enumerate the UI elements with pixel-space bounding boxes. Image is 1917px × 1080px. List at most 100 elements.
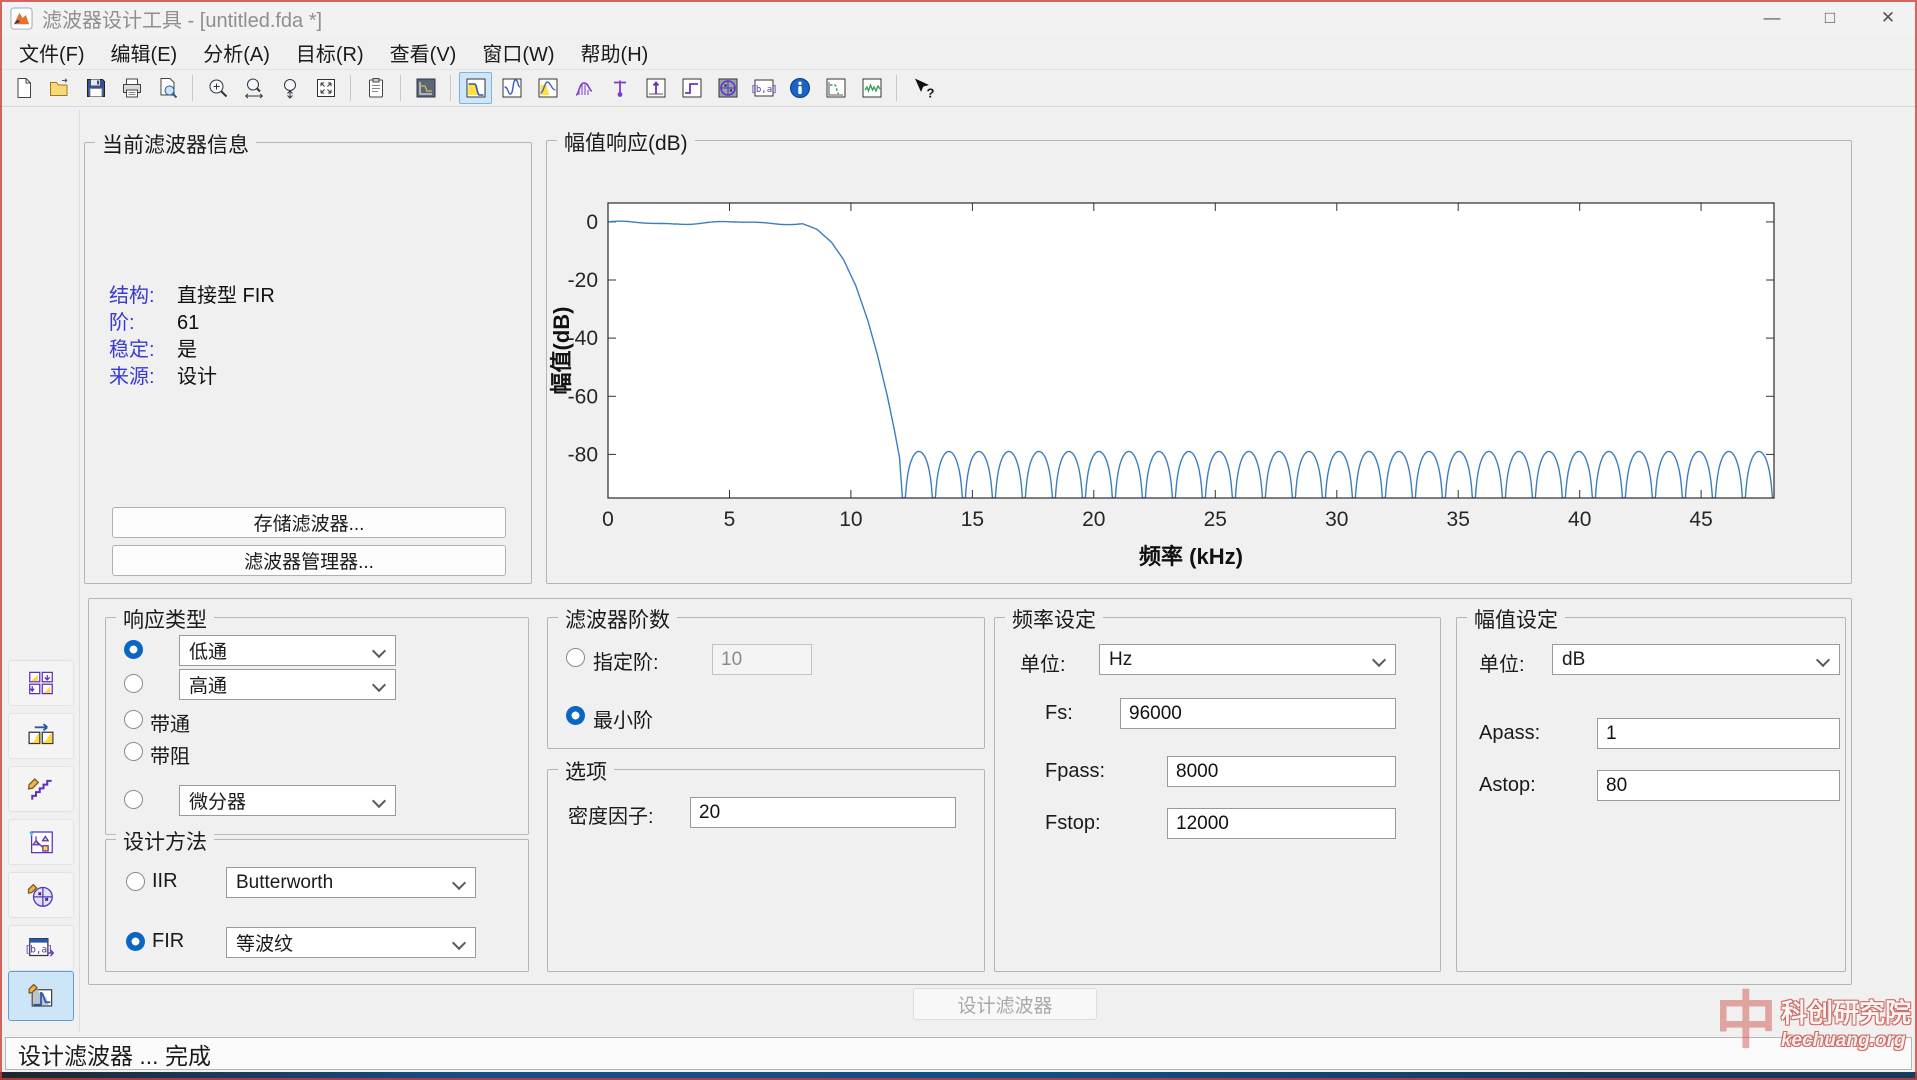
phase-response-icon[interactable] [495, 72, 528, 104]
fpass-input[interactable] [1167, 756, 1396, 787]
step-response-icon[interactable] [675, 72, 708, 104]
mag-unit-combobox[interactable]: dB [1552, 644, 1840, 675]
open-file-icon[interactable] [43, 72, 76, 104]
magnitude-phase-response-icon [536, 76, 560, 100]
impulse-response-icon[interactable] [639, 72, 672, 104]
svg-text:45: 45 [1689, 508, 1712, 531]
fir-radio[interactable] [126, 932, 145, 951]
specify-order-input[interactable] [712, 644, 812, 675]
svg-text:幅值(dB): 幅值(dB) [549, 307, 574, 395]
filter-specifications-icon[interactable] [409, 72, 442, 104]
menu-item-view[interactable]: 查看(V) [377, 36, 470, 69]
group-delay-icon[interactable] [567, 72, 600, 104]
iir-label: IIR [152, 870, 178, 893]
density-factor-input[interactable] [690, 797, 956, 828]
roundoff-noise-spectrum-icon[interactable] [855, 72, 888, 104]
panel-title: 当前滤波器信息 [95, 129, 256, 159]
bandpass-radio[interactable] [124, 710, 143, 729]
title-bar: 滤波器设计工具 - [untitled.fda *] — □ ✕ [0, 0, 1917, 36]
svg-text:25: 25 [1204, 508, 1227, 531]
lowpass-radio[interactable] [124, 640, 143, 659]
chevron-down-icon [372, 644, 386, 658]
kechuang-logo: 中 [1715, 992, 1777, 1052]
group-title: 选项 [558, 756, 614, 786]
zoom-y-icon[interactable] [273, 72, 306, 104]
pole-zero-plot-icon[interactable] [711, 72, 744, 104]
apass-input[interactable] [1597, 718, 1840, 749]
svg-text:-20: -20 [568, 269, 598, 292]
context-help-icon[interactable]: ? [905, 72, 938, 104]
menu-item-help[interactable]: 帮助(H) [568, 36, 662, 69]
design-filter-icon [26, 981, 56, 1011]
filter-order-group: 滤波器阶数 指定阶: 最小阶 [547, 617, 985, 749]
astop-input[interactable] [1597, 770, 1840, 801]
differentiator-radio[interactable] [124, 790, 143, 809]
combo-value: dB [1562, 649, 1585, 671]
menu-item-edit[interactable]: 编辑(E) [98, 36, 191, 69]
menu-bar: 文件(F)编辑(E)分析(A)目标(R)查看(V)窗口(W)帮助(H) [0, 36, 1917, 69]
magnitude-response-icon[interactable] [459, 72, 492, 104]
fir-method-combobox[interactable]: 等波纹 [226, 927, 476, 958]
filter-coefficients-icon[interactable]: [b,a] [747, 72, 780, 104]
print-preview-icon[interactable] [151, 72, 184, 104]
iir-method-combobox[interactable]: Butterworth [226, 867, 476, 898]
bandstop-radio[interactable] [124, 742, 143, 761]
set-quantization-button[interactable] [8, 766, 74, 812]
freq-unit-combobox[interactable]: Hz [1099, 644, 1396, 675]
import-filter-button[interactable]: [b,a] [8, 925, 74, 971]
pole-zero-plot-icon [716, 76, 740, 100]
design-filter-button[interactable] [8, 971, 74, 1021]
taskbar-edge [0, 1072, 1917, 1080]
svg-text:30: 30 [1325, 508, 1348, 531]
close-button[interactable]: ✕ [1859, 0, 1917, 36]
menu-item-window[interactable]: 窗口(W) [469, 36, 567, 69]
toolbar-separator [896, 75, 897, 101]
design-filter-button[interactable]: 设计滤波器 [913, 988, 1097, 1020]
filter-information-icon[interactable] [783, 72, 816, 104]
magnitude-specs-group: 幅值设定 单位: dB Apass: Astop: [1456, 617, 1846, 972]
magnitude-phase-response-icon[interactable] [531, 72, 564, 104]
phase-delay-icon[interactable] [603, 72, 636, 104]
new-file-icon[interactable] [7, 72, 40, 104]
full-view-icon[interactable] [309, 72, 342, 104]
print-icon[interactable] [115, 72, 148, 104]
zoom-x-icon[interactable] [237, 72, 270, 104]
lowpass-type-combobox[interactable]: 低通 [179, 635, 396, 666]
highpass-radio[interactable] [124, 674, 143, 693]
apass-label: Apass: [1479, 722, 1540, 745]
realize-model-button[interactable] [8, 819, 74, 865]
svg-text:0: 0 [586, 211, 598, 234]
differentiator-combobox[interactable]: 微分器 [179, 785, 396, 816]
filter-manager-button[interactable]: 滤波器管理器... [112, 545, 506, 576]
minimize-button[interactable]: — [1743, 0, 1801, 36]
context-help-icon: ? [910, 76, 934, 100]
minimum-order-radio[interactable] [566, 706, 585, 725]
menu-item-analysis[interactable]: 分析(A) [190, 36, 283, 69]
group-title: 幅值设定 [1467, 604, 1565, 634]
copy-icon[interactable] [359, 72, 392, 104]
fstop-input[interactable] [1167, 808, 1396, 839]
fs-input[interactable] [1120, 698, 1396, 729]
info-value: 是 [177, 337, 197, 364]
menu-item-file[interactable]: 文件(F) [6, 36, 98, 69]
group-title: 响应类型 [116, 604, 214, 634]
toolbar-separator [350, 75, 351, 101]
status-text: 设计滤波器 ... 完成 [18, 1037, 211, 1071]
highpass-type-combobox[interactable]: 高通 [179, 669, 396, 700]
store-filter-button[interactable]: 存储滤波器... [112, 507, 506, 538]
phase-response-icon [500, 76, 524, 100]
zoom-in-icon[interactable] [201, 72, 234, 104]
maximize-button[interactable]: □ [1801, 0, 1859, 36]
magnitude-response-estimate-icon[interactable] [819, 72, 852, 104]
multirate-filter-button[interactable] [8, 660, 74, 706]
menu-item-target[interactable]: 目标(R) [283, 36, 377, 69]
astop-label: Astop: [1479, 774, 1536, 797]
group-delay-icon [572, 76, 596, 100]
pole-zero-editor-button[interactable] [8, 872, 74, 918]
specify-order-radio[interactable] [566, 648, 585, 667]
filter-info-rows: 结构:直接型 FIR阶:61稳定:是来源:设计 [109, 283, 275, 391]
transform-filter-button[interactable] [8, 713, 74, 759]
watermark-line2: kechuang.org [1781, 1030, 1911, 1052]
save-icon[interactable] [79, 72, 112, 104]
iir-radio[interactable] [126, 872, 145, 891]
